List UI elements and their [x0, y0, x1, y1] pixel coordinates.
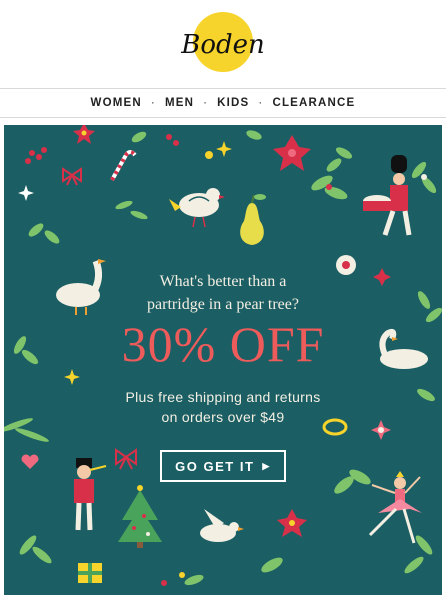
subtext-line: on orders over $49 [161, 409, 285, 425]
headline-line: What's better than a [159, 273, 287, 290]
holly-icon [261, 469, 371, 573]
mistletoe-icon [411, 161, 437, 194]
nav-separator: · [150, 97, 156, 109]
pear-icon [240, 194, 266, 245]
poinsettia-icon [273, 135, 311, 171]
partridge-icon [169, 188, 225, 228]
nav-item-kids[interactable]: KIDS [217, 97, 249, 109]
ballerina-icon [368, 471, 422, 544]
nav-separator: · [258, 97, 264, 109]
svg-text:Boden: Boden [180, 30, 265, 60]
offer-text: 30% OFF [121, 316, 325, 372]
email-header: Boden WOMEN · MEN · KIDS · CLEARANCE [0, 0, 446, 118]
main-nav: WOMEN · MEN · KIDS · CLEARANCE [0, 88, 446, 118]
subtext-line: Plus free shipping and returns [125, 389, 321, 405]
nav-item-women[interactable]: WOMEN [91, 97, 142, 109]
poinsettia-icon [277, 509, 307, 537]
nav-separator: · [203, 97, 209, 109]
bow-icon [62, 167, 82, 186]
cta-label: GO GET IT [175, 458, 255, 474]
heart-icon [21, 454, 39, 469]
gift-icon [78, 563, 102, 583]
star-icon [18, 185, 34, 201]
nav-item-men[interactable]: MEN [165, 97, 194, 109]
go-get-it-button[interactable]: GO GET IT ▶ [160, 450, 286, 482]
nav-item-clearance[interactable]: CLEARANCE [272, 97, 355, 109]
subtext: Plus free shipping and returns on orders… [4, 387, 442, 427]
poinsettia-icon [73, 125, 95, 144]
chevron-right-icon: ▶ [262, 460, 271, 471]
tree-icon [118, 485, 162, 548]
promo-banner[interactable]: What's better than a partridge in a pear… [4, 125, 442, 595]
holly-icon [311, 175, 348, 200]
candy-cane-icon [110, 150, 137, 181]
headline: What's better than a partridge in a pear… [4, 270, 442, 316]
headline-line: partridge in a pear tree? [147, 296, 299, 313]
star-icon [216, 141, 232, 157]
boden-logo[interactable]: Boden [178, 11, 268, 73]
dove-icon [200, 509, 244, 542]
drummer-icon [363, 155, 412, 236]
berries-icon [25, 134, 179, 164]
piper-icon [74, 458, 107, 531]
leaf-sprigs [28, 130, 353, 244]
bow-icon [115, 448, 137, 470]
